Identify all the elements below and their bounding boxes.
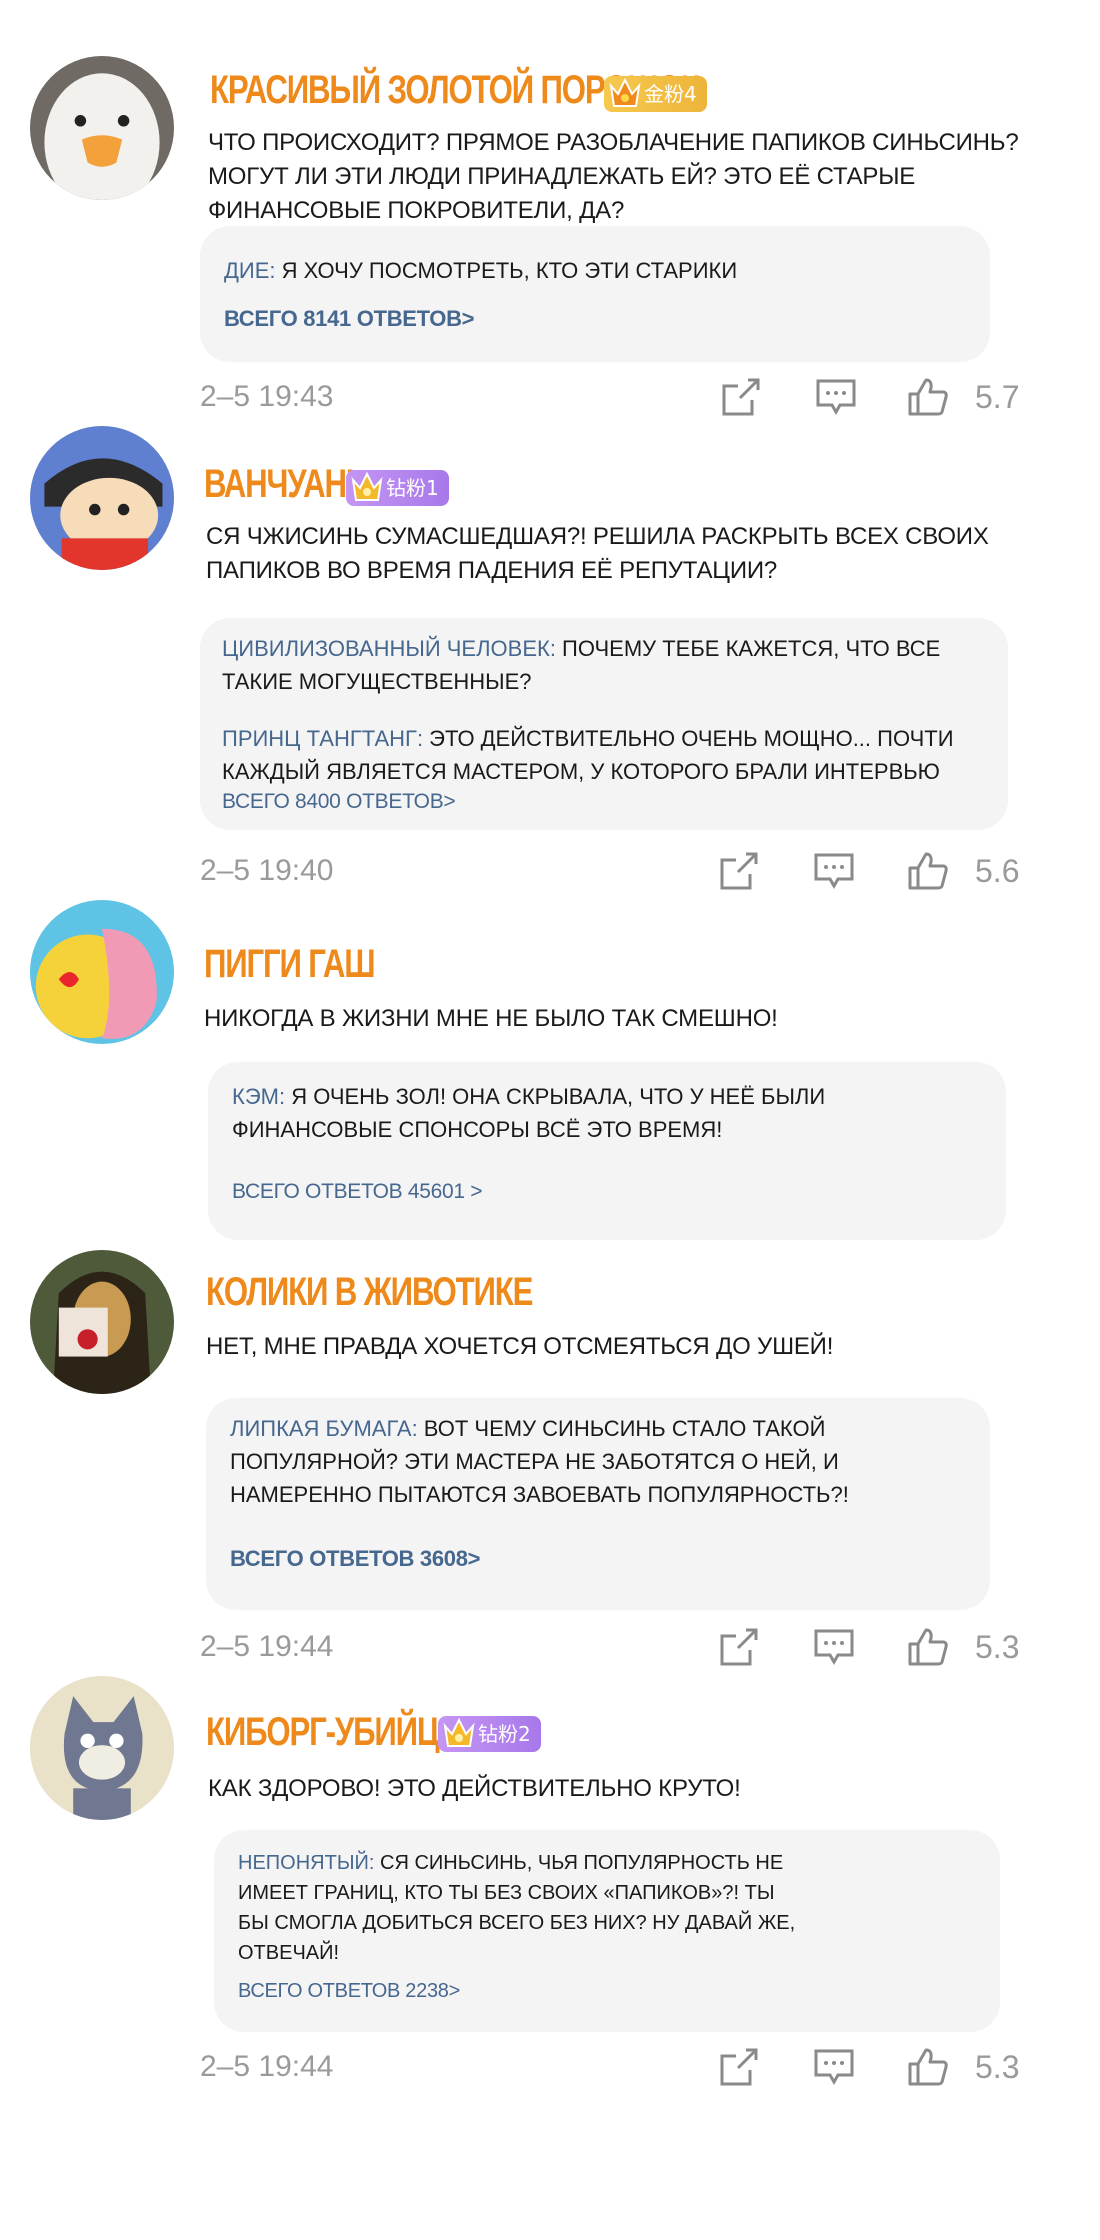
badge-label: 钻粉2 [478,1722,531,1746]
reply-author[interactable]: НЕПОНЯТЫЙ: [238,1852,374,1874]
reply-text: Я ХОЧУ ПОСМОТРЕТЬ, КТО ЭТИ СТАРИКИ [275,258,738,283]
thumbs-up-icon[interactable] [906,2046,950,2088]
share-icon[interactable] [718,376,762,418]
replies-box[interactable]: ЦИВИЛИЗОВАННЫЙ ЧЕЛОВЕК: ПОЧЕМУ ТЕБЕ КАЖЕ… [200,618,1008,830]
username[interactable]: ПИГГИ ГАШ [204,942,376,987]
timestamp: 2–5 19:44 [200,1630,334,1663]
like-count: 5.3 [975,2049,1020,2085]
reply-author[interactable]: ПРИНЦ ТАНГТАНГ: [222,726,423,751]
duck-avatar[interactable] [30,56,174,200]
username[interactable]: ВАНЧУАНЬ [204,462,368,507]
crown-icon [443,1717,475,1747]
timestamp: 2–5 19:44 [200,2050,334,2083]
reply: ЦИВИЛИЗОВАННЫЙ ЧЕЛОВЕК: ПОЧЕМУ ТЕБЕ КАЖЕ… [222,632,984,698]
total-replies-link[interactable]: ВСЕГО ОТВЕТОВ 2238> [238,1980,460,2003]
fan-level-badge: 钻粉2 [438,1716,541,1752]
like-count: 5.7 [975,379,1020,415]
crown-icon [351,471,383,501]
comment-text: СЯ ЧЖИСИНЬ СУМАСШЕДШАЯ?! РЕШИЛА РАСКРЫТЬ… [206,523,989,584]
timestamp: 2–5 19:43 [200,380,334,413]
total-replies-link[interactable]: ВСЕГО ОТВЕТОВ 45601 > [232,1180,483,1204]
total-replies-link[interactable]: ВСЕГО 8400 ОТВЕТОВ> [222,790,456,814]
reply: НЕПОНЯТЫЙ: СЯ СИНЬСИНЬ, ЧЬЯ ПОПУЛЯРНОСТЬ… [238,1848,810,1968]
replies-box[interactable]: ЛИПКАЯ БУМАГА: ВОТ ЧЕМУ СИНЬСИНЬ СТАЛО Т… [206,1398,990,1610]
replies-box[interactable]: КЭМ: Я ОЧЕНЬ ЗОЛ! ОНА СКРЫВАЛА, ЧТО У НЕ… [208,1062,1006,1240]
share-icon[interactable] [716,2046,760,2088]
reply: КЭМ: Я ОЧЕНЬ ЗОЛ! ОНА СКРЫВАЛА, ЧТО У НЕ… [232,1080,982,1146]
comment-meta: 2–5 19:40 5.6 [0,846,1100,896]
comment-icon[interactable] [812,1626,856,1668]
share-icon[interactable] [716,1626,760,1668]
share-icon[interactable] [716,850,760,892]
thumbs-up-icon[interactable] [906,1626,950,1668]
badge-label: 钻粉1 [386,476,439,500]
fan-level-badge: 金粉4 [604,76,707,112]
reply: ПРИНЦ ТАНГТАНГ: ЭТО ДЕЙСТВИТЕЛЬНО ОЧЕНЬ … [222,722,984,788]
comment-meta: 2–5 19:43 5.7 [0,372,1100,422]
replies-box[interactable]: НЕПОНЯТЫЙ: СЯ СИНЬСИНЬ, ЧЬЯ ПОПУЛЯРНОСТЬ… [214,1830,1000,2032]
reply-author[interactable]: КЭМ: [232,1084,285,1109]
timestamp: 2–5 19:40 [200,854,334,887]
replies-box[interactable]: ДИЕ: Я ХОЧУ ПОСМОТРЕТЬ, КТО ЭТИ СТАРИКИ … [200,226,990,362]
comment-text: КАК ЗДОРОВО! ЭТО ДЕЙСТВИТЕЛЬНО КРУТО! [208,1775,741,1802]
like-count: 5.3 [975,1629,1020,1665]
comment-icon[interactable] [812,850,856,892]
fan-level-badge: 钻粉1 [346,470,449,506]
cartoon-boy-avatar[interactable] [30,426,174,570]
reply-text: Я ОЧЕНЬ ЗОЛ! ОНА СКРЫВАЛА, ЧТО У НЕЁ БЫЛ… [232,1084,826,1142]
thumbs-up-icon[interactable] [906,850,950,892]
comment-text: ЧТО ПРОИСХОДИТ? ПРЯМОЕ РАЗОБЛАЧЕНИЕ ПАПИ… [208,129,1019,224]
badge-label: 金粉4 [644,82,697,106]
cat-avatar[interactable] [30,1676,174,1820]
total-replies-link[interactable]: ВСЕГО 8141 ОТВЕТОВ> [224,306,475,332]
like-count: 5.6 [975,853,1020,889]
crown-icon [609,77,641,107]
thumbs-up-icon[interactable] [906,376,950,418]
reply-author[interactable]: ДИЕ: [224,258,276,283]
comment-meta: 2–5 19:44 5.3 [0,2042,1100,2092]
reply-author[interactable]: ЦИВИЛИЗОВАННЫЙ ЧЕЛОВЕК: [222,636,556,661]
reply: ЛИПКАЯ БУМАГА: ВОТ ЧЕМУ СИНЬСИНЬ СТАЛО Т… [230,1412,966,1511]
comment-text: НИКОГДА В ЖИЗНИ МНЕ НЕ БЫЛО ТАК СМЕШНО! [204,1005,778,1032]
comment-text: НЕТ, МНЕ ПРАВДА ХОЧЕТСЯ ОТСМЕЯТЬСЯ ДО УШ… [206,1333,834,1360]
reply: ДИЕ: Я ХОЧУ ПОСМОТРЕТЬ, КТО ЭТИ СТАРИКИ [224,254,966,287]
comment-icon[interactable] [812,2046,856,2088]
username[interactable]: КИБОРГ-УБИЙЦА [206,1710,461,1755]
username[interactable]: КОЛИКИ В ЖИВОТИКЕ [206,1270,533,1315]
mona-lisa-avatar[interactable] [30,1250,174,1394]
reply-author[interactable]: ЛИПКАЯ БУМАГА: [230,1416,418,1441]
comment-icon[interactable] [814,376,858,418]
total-replies-link[interactable]: ВСЕГО ОТВЕТОВ 3608> [230,1546,481,1572]
comment-meta: 2–5 19:44 5.3 [0,1622,1100,1672]
pink-creature-avatar[interactable] [30,900,174,1044]
